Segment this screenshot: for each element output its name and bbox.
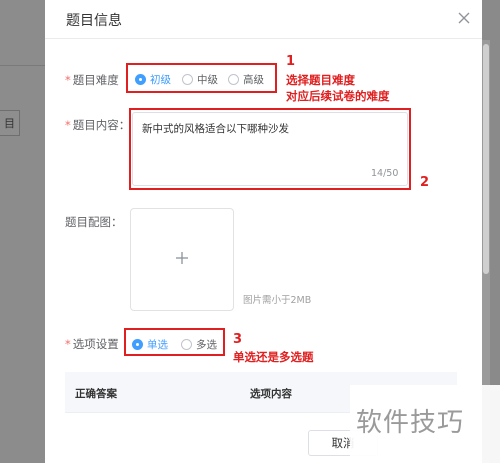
background-divider <box>0 65 45 66</box>
content-label: * 题目内容： <box>65 118 131 132</box>
annotation-text-1b: 对应后续试卷的难度 <box>286 89 390 103</box>
dialog-header: 题目信息 <box>45 0 482 39</box>
option-type-label: * 选项设置 <box>65 337 119 351</box>
annotation-text-3: 单选还是多选题 <box>233 350 314 364</box>
image-label: 题目配图： <box>65 215 123 229</box>
annotation-number-2: 2 <box>420 175 430 190</box>
annotation-number-3: 3 <box>233 332 243 347</box>
annotation-box-1 <box>126 63 277 93</box>
background-button: 目 <box>0 110 20 136</box>
column-option-content: 选项内容 <box>250 388 292 400</box>
annotation-box-2 <box>129 108 411 190</box>
scrollbar-thumb[interactable] <box>483 44 489 274</box>
column-correct-answer: 正确答案 <box>75 388 117 400</box>
background-page <box>0 0 45 463</box>
annotation-box-3 <box>124 328 225 356</box>
dialog-title: 题目信息 <box>66 13 122 29</box>
plus-icon <box>176 252 188 264</box>
watermark-text: 软件技巧 <box>356 408 465 438</box>
difficulty-label: * 题目难度 <box>65 73 119 87</box>
upload-tip: 图片需小于2MB <box>243 295 312 306</box>
annotation-text-1a: 选择题目难度 <box>286 73 355 87</box>
close-icon[interactable] <box>457 11 471 25</box>
annotation-number-1: 1 <box>286 54 296 69</box>
